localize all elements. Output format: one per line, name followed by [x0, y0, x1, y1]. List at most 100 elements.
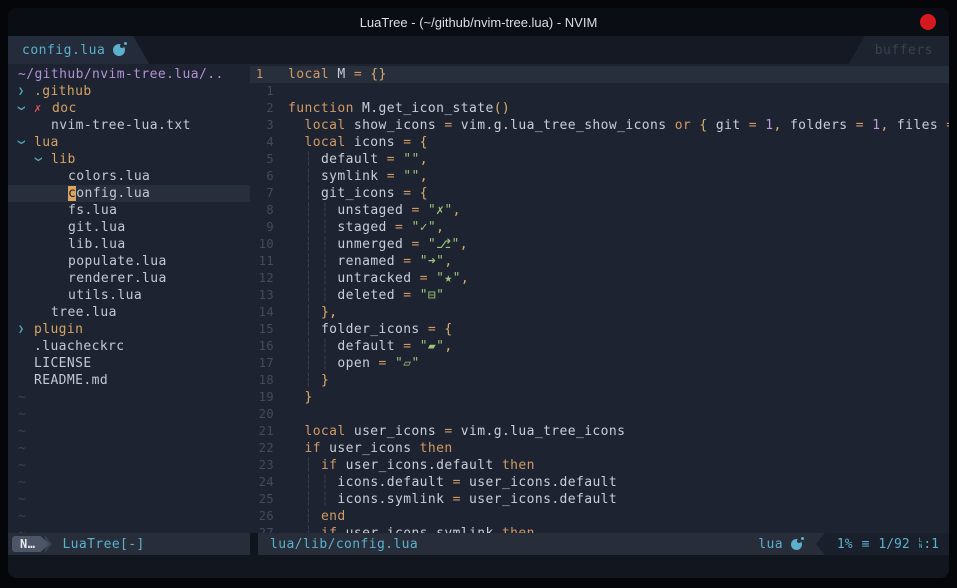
chevron-right-icon[interactable]: ❯: [18, 321, 34, 338]
code-line[interactable]: 22 if user_icons then: [250, 440, 949, 457]
line-number: 1: [250, 66, 284, 83]
buffers-tab[interactable]: buffers: [849, 36, 949, 64]
empty-line-tilde: ~: [8, 491, 250, 508]
code-line[interactable]: 2function M.get_icon_state(): [250, 100, 949, 117]
tree-row[interactable]: populate.lua: [8, 253, 250, 270]
filetype-label: lua: [758, 537, 783, 552]
code-text: ┆ ┆ untracked = "★",: [288, 270, 469, 287]
tree-item-label: utils.lua: [68, 287, 142, 304]
code-text: ┆ symlink = "",: [288, 168, 428, 185]
code-line[interactable]: 25 ┆ ┆ icons.symlink = user_icons.defaul…: [250, 491, 949, 508]
tree-row[interactable]: ❯lib: [8, 151, 250, 168]
line-number: 18: [250, 372, 284, 389]
code-line[interactable]: 27 ┆ if user_icons.symlink then: [250, 525, 949, 533]
tree-row[interactable]: renderer.lua: [8, 270, 250, 287]
nvim-window: LuaTree - (~/github/nvim-tree.lua) - NVI…: [8, 8, 949, 578]
tree-row[interactable]: utils.lua: [8, 287, 250, 304]
tree-row[interactable]: ❯plugin: [8, 321, 250, 338]
code-line[interactable]: 24 ┆ ┆ icons.default = user_icons.defaul…: [250, 474, 949, 491]
tree-row[interactable]: ❯lua: [8, 134, 250, 151]
code-text: ┆ default = "",: [288, 151, 428, 168]
file-path: lua/lib/config.lua: [270, 537, 418, 552]
code-line[interactable]: 4 local icons = {: [250, 134, 949, 151]
tree-buffer-name: LuaTree[-]: [62, 537, 144, 552]
tree-row[interactable]: LICENSE: [8, 355, 250, 372]
code-line[interactable]: 17 ┆ ┆ open = "▱": [250, 355, 949, 372]
tree-row[interactable]: nvim-tree-lua.txt: [8, 117, 250, 134]
line-number: 8: [250, 202, 284, 219]
line-number: 6: [250, 168, 284, 185]
code-line[interactable]: 1: [250, 83, 949, 100]
code-line[interactable]: 14 ┆ },: [250, 304, 949, 321]
tree-item-label: renderer.lua: [68, 270, 167, 287]
code-line[interactable]: 7 ┆ git_icons = {: [250, 185, 949, 202]
code-line[interactable]: 19 }: [250, 389, 949, 406]
tree-row[interactable]: .luacheckrc: [8, 338, 250, 355]
code-line[interactable]: 10 ┆ ┆ unmerged = "⎇",: [250, 236, 949, 253]
code-text: ┆ ┆ deleted = "⊟": [288, 287, 444, 304]
tree-row[interactable]: config.lua: [8, 185, 250, 202]
line-number: 1: [250, 83, 284, 100]
code-line[interactable]: 16 ┆ ┆ default = "▰",: [250, 338, 949, 355]
window-title: LuaTree - (~/github/nvim-tree.lua) - NVI…: [360, 15, 598, 30]
empty-line-tilde: ~: [8, 525, 250, 533]
chevron-down-icon[interactable]: ❯: [18, 134, 34, 151]
code-line[interactable]: 5 ┆ default = "",: [250, 151, 949, 168]
tree-row[interactable]: fs.lua: [8, 202, 250, 219]
tree-row[interactable]: colors.lua: [8, 168, 250, 185]
tree-item-label: README.md: [34, 372, 108, 389]
empty-line-tilde: ~: [8, 474, 250, 491]
empty-line-tilde: ~: [8, 457, 250, 474]
titlebar: LuaTree - (~/github/nvim-tree.lua) - NVI…: [8, 8, 949, 36]
code-line[interactable]: 21 local user_icons = vim.g.lua_tree_ico…: [250, 423, 949, 440]
code-line[interactable]: 15 ┆ folder_icons = {: [250, 321, 949, 338]
line-number: 5: [250, 151, 284, 168]
tree-row[interactable]: git.lua: [8, 219, 250, 236]
code-line[interactable]: 11 ┆ ┆ renamed = "➜",: [250, 253, 949, 270]
code-line[interactable]: 3 local show_icons = vim.g.lua_tree_show…: [250, 117, 949, 134]
code-line[interactable]: 13 ┆ ┆ deleted = "⊟": [250, 287, 949, 304]
code-line[interactable]: 6 ┆ symlink = "",: [250, 168, 949, 185]
tree-row[interactable]: lib.lua: [8, 236, 250, 253]
line-number: 22: [250, 440, 284, 457]
tree-row[interactable]: ❯.github: [8, 83, 250, 100]
code-line[interactable]: 26 ┆ end: [250, 508, 949, 525]
code-line[interactable]: 1local M = {}: [250, 66, 949, 83]
line-number: 15: [250, 321, 284, 338]
code-line[interactable]: 8 ┆ ┆ unstaged = "✗",: [250, 202, 949, 219]
line-number: 3: [250, 117, 284, 134]
statusline-file-section: lua/lib/config.lua lua 1% ≡ 1/92 L N :1: [258, 533, 949, 555]
tree-row[interactable]: tree.lua: [8, 304, 250, 321]
code-line[interactable]: 12 ┆ ┆ untracked = "★",: [250, 270, 949, 287]
tree-item-label: LICENSE: [34, 355, 92, 372]
empty-line-tilde: ~: [8, 508, 250, 525]
line-number: 13: [250, 287, 284, 304]
tree-item-label: ~/github/nvim-tree.lua/..: [18, 66, 224, 83]
tree-row[interactable]: README.md: [8, 372, 250, 389]
code-text: ┆ ┆ unstaged = "✗",: [288, 202, 461, 219]
tabline: config.lua buffers: [8, 36, 949, 64]
code-editor-pane: 1local M = {}12function M.get_icon_state…: [250, 64, 949, 533]
chevron-down-icon[interactable]: ❯: [18, 100, 34, 117]
line-number: 10: [250, 236, 284, 253]
tree-item-label: doc: [52, 100, 77, 117]
file-tree-pane: ~/github/nvim-tree.lua/..❯.github❯✗docnv…: [8, 64, 250, 533]
command-line[interactable]: [8, 555, 949, 578]
tab-config-lua[interactable]: config.lua: [8, 36, 149, 64]
code-line[interactable]: 9 ┆ ┆ staged = "✓",: [250, 219, 949, 236]
git-unstaged-icon: ✗: [34, 100, 52, 117]
code-text: ┆ }: [288, 372, 329, 389]
tree-row[interactable]: ❯✗doc: [8, 100, 250, 117]
code-text: ┆ folder_icons = {: [288, 321, 453, 338]
tree-root[interactable]: ~/github/nvim-tree.lua/..: [8, 66, 250, 83]
filetype-indicator: lua: [758, 537, 802, 552]
column-value: :1: [923, 537, 939, 552]
chevron-down-icon[interactable]: ❯: [35, 151, 51, 168]
chevron-right-icon[interactable]: ❯: [18, 83, 34, 100]
code-line[interactable]: 18 ┆ }: [250, 372, 949, 389]
close-button[interactable]: [920, 14, 936, 30]
statusline: N… LuaTree[-] lua/lib/config.lua lua 1% …: [8, 533, 949, 555]
line-number: 11: [250, 253, 284, 270]
code-line[interactable]: 23 ┆ if user_icons.default then: [250, 457, 949, 474]
code-line[interactable]: 20: [250, 406, 949, 423]
